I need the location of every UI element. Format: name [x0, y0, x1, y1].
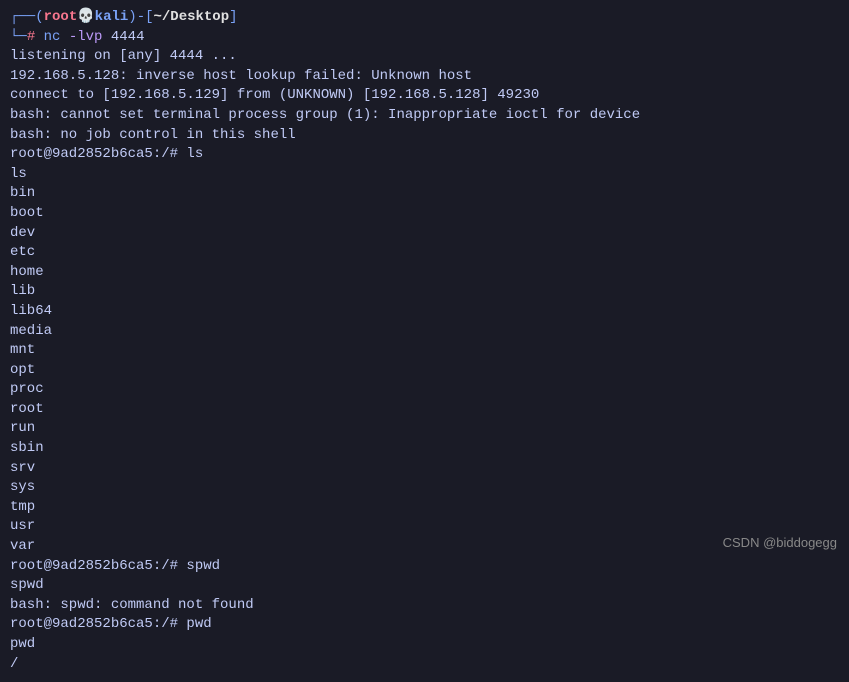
output-line: srv	[10, 459, 839, 479]
output-line: bash: cannot set terminal process group …	[10, 106, 839, 126]
prompt-path: ~/Desktop	[154, 8, 230, 28]
output-line: /	[10, 655, 839, 675]
output-line: var	[10, 537, 839, 557]
output-line: dev	[10, 224, 839, 244]
prompt-corner-top: ┌──	[10, 8, 35, 28]
output-line: pwd	[10, 635, 839, 655]
output-line: ls	[10, 165, 839, 185]
output-line: spwd	[10, 576, 839, 596]
bracket-close: ]	[229, 8, 237, 28]
output-line: media	[10, 322, 839, 342]
watermark: CSDN @biddogegg	[723, 535, 837, 550]
output-line: etc	[10, 243, 839, 263]
output-line: mnt	[10, 341, 839, 361]
prompt-line-1: ┌──(root💀kali)-[~/Desktop]	[10, 8, 839, 28]
prompt-corner-bottom: └─	[10, 28, 27, 48]
paren-close: )	[128, 8, 136, 28]
output-line: root	[10, 400, 839, 420]
output-line: lib64	[10, 302, 839, 322]
prompt-user: root	[44, 8, 78, 28]
output-line: sys	[10, 478, 839, 498]
prompt-host: kali	[95, 8, 129, 28]
shell-prompt-ls: root@9ad2852b6ca5:/# ls	[10, 145, 839, 165]
output-line: run	[10, 419, 839, 439]
skull-icon: 💀	[77, 8, 94, 28]
output-line: home	[10, 263, 839, 283]
output-line: 192.168.5.128: inverse host lookup faile…	[10, 67, 839, 87]
output-line: bin	[10, 184, 839, 204]
terminal-window[interactable]: ┌──(root💀kali)-[~/Desktop] └─# nc -lvp 4…	[0, 0, 849, 682]
shell-prompt-spwd: root@9ad2852b6ca5:/# spwd	[10, 557, 839, 577]
paren-open: (	[35, 8, 43, 28]
output-line: sbin	[10, 439, 839, 459]
output-line: bash: no job control in this shell	[10, 126, 839, 146]
prompt-dash: -	[137, 8, 145, 28]
output-line: tmp	[10, 498, 839, 518]
output-line: bash: spwd: command not found	[10, 596, 839, 616]
prompt-line-2: └─# nc -lvp 4444	[10, 28, 839, 48]
output-line: opt	[10, 361, 839, 381]
command-arg: 4444	[111, 28, 145, 48]
command-flag: -lvp	[69, 28, 103, 48]
output-line: listening on [any] 4444 ...	[10, 47, 839, 67]
prompt-hash: #	[27, 28, 35, 48]
output-line: connect to [192.168.5.129] from (UNKNOWN…	[10, 86, 839, 106]
output-line: usr	[10, 517, 839, 537]
bracket-open: [	[145, 8, 153, 28]
output-line: lib	[10, 282, 839, 302]
shell-prompt-pwd: root@9ad2852b6ca5:/# pwd	[10, 615, 839, 635]
command-name: nc	[44, 28, 61, 48]
output-line: boot	[10, 204, 839, 224]
output-line: proc	[10, 380, 839, 400]
